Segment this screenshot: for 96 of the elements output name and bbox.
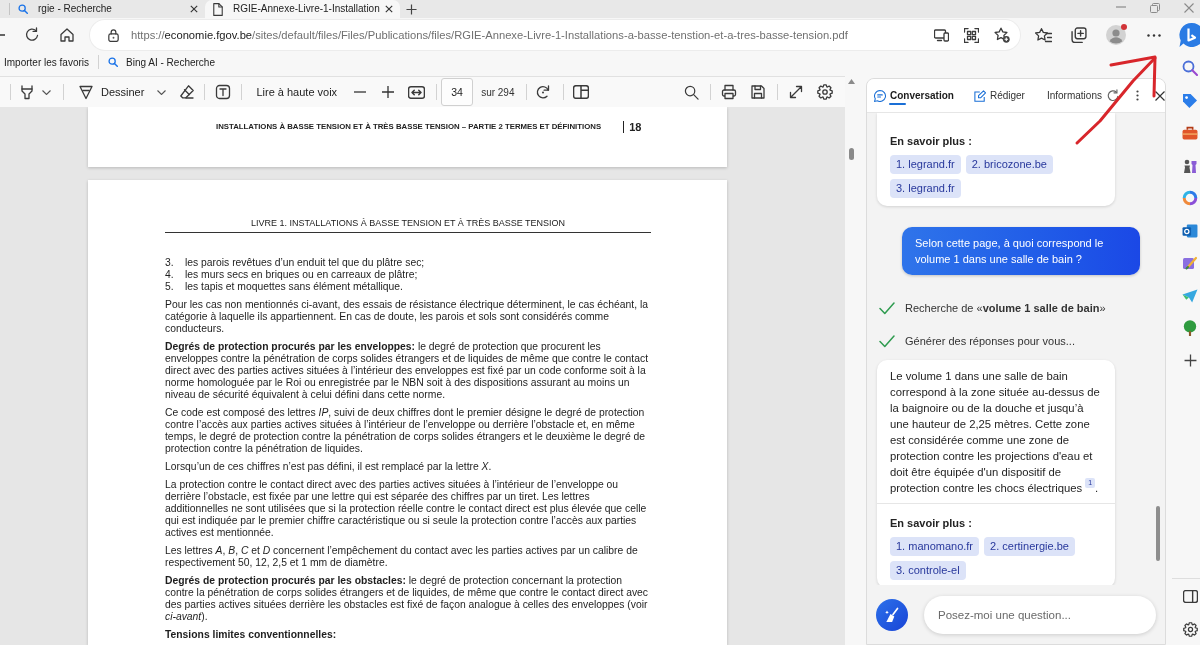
user-message: Selon cette page, à quoi correspond le volume 1 dans une salle de bain ? bbox=[902, 227, 1140, 275]
list-item-text: les murs secs en briques ou en carreaux de plâtre; bbox=[185, 269, 418, 281]
chat-bubble-icon bbox=[874, 89, 886, 102]
list-number: 5. bbox=[165, 281, 175, 293]
paragraph: Lorsqu’un de ces chiffres n’est pas défini, il est remplacé par la lettre X. bbox=[165, 461, 493, 473]
edit-icon bbox=[973, 89, 986, 102]
sidebar-tab[interactable]: Conversation bbox=[874, 79, 954, 112]
search-icon[interactable] bbox=[1182, 60, 1198, 77]
tag-icon[interactable] bbox=[1182, 92, 1198, 109]
restore-icon[interactable] bbox=[1150, 3, 1160, 13]
eraser-icon[interactable] bbox=[179, 84, 196, 100]
paragraph: Les lettres A, B, C et D concernent l’empêchement du contact avec les parties actives par un calibre de respectivement 50, 12, 2,5 et 1 mm de diamètre. bbox=[165, 545, 639, 569]
highlighter-icon[interactable] bbox=[19, 84, 35, 100]
paragraph: Degrés de protection procurés par les obstacles: le degré de protection concernant la protection contre la pénétration de corps solides étrangers et de liquides, de même que contre le contact direct avec des parties actives situées derrière les obstacles est fixé de façon analogue à celles des enveloppes (voir ci-avant). bbox=[165, 575, 649, 623]
source-link[interactable]: 3. controle-el bbox=[890, 561, 966, 580]
list-item-text: les tapis et moquettes sans élément métallique. bbox=[185, 281, 403, 293]
ring-icon[interactable] bbox=[1182, 190, 1198, 207]
pen-icon bbox=[78, 84, 94, 100]
tree-icon[interactable] bbox=[1183, 320, 1197, 337]
lock-icon bbox=[108, 28, 119, 42]
page-title: LIVRE 1. INSTALLATIONS À BASSE TENSION ET À TRÈS BASSE TENSION bbox=[250, 218, 566, 228]
chevron-down-icon[interactable] bbox=[157, 89, 167, 95]
plus-icon[interactable] bbox=[1183, 354, 1197, 368]
paragraph: La protection contre le contact direct avec des parties actives situées à l’intérieur de l’enveloppe ou derrière l’obstacle, est fixée par une lettre qui est séparée des chiffres par un tiret. Les lettres additionnelles ne sont utilisées que si la protection réelle contre le contact direct est plus élevée que celle qui est indiquée par le premier chiffre caractéristique ou si seule la protection contre l’accès aux parties actives est mentionnée. bbox=[165, 479, 648, 539]
rotate-icon[interactable] bbox=[535, 84, 552, 100]
list-item-text: les parois revêtues d’un enduit tel que du plâtre sec; bbox=[185, 257, 425, 269]
read-aloud-button[interactable]: Lire à haute voix bbox=[256, 83, 338, 101]
star-plus-icon[interactable] bbox=[994, 27, 1010, 43]
close-icon[interactable] bbox=[385, 5, 393, 13]
source-link[interactable]: 1. legrand.fr bbox=[890, 155, 961, 174]
sidebar-panel-icon[interactable] bbox=[1182, 589, 1198, 603]
star-list-icon[interactable] bbox=[1035, 27, 1052, 43]
section-heading: Tensions limites conventionnelles: bbox=[165, 629, 338, 641]
close-icon[interactable] bbox=[190, 5, 198, 13]
favorite-link[interactable]: Bing AI - Recherche bbox=[108, 54, 215, 70]
sidebar-tab[interactable]: Rédiger bbox=[973, 79, 1025, 112]
list-number: 4. bbox=[165, 269, 175, 281]
mail-icon[interactable] bbox=[1182, 223, 1198, 238]
fit-width-icon[interactable] bbox=[408, 85, 426, 99]
refresh-icon[interactable] bbox=[1105, 88, 1120, 103]
page-number: 18 bbox=[623, 121, 642, 133]
settings-icon[interactable] bbox=[1182, 621, 1198, 637]
status-text: Générer des réponses pour vous... bbox=[905, 333, 1075, 349]
sources-heading: En savoir plus : bbox=[890, 134, 973, 149]
source-link[interactable]: 1. manomano.fr bbox=[890, 537, 980, 556]
two-page-icon[interactable] bbox=[573, 85, 590, 99]
expand-icon[interactable] bbox=[788, 84, 804, 100]
search-icon[interactable] bbox=[684, 84, 699, 100]
source-link[interactable]: 2. bricozone.be bbox=[965, 155, 1053, 174]
stacked-squares-icon[interactable] bbox=[1071, 27, 1087, 43]
paragraph: Degrés de protection procurés par les enveloppes: le degré de protection que procurent les enveloppes contre la pénétration de corps solides étrangers et de liquides de même que contre le contact direct avec des parties actives situées à l’intérieur des enveloppes est fixé par un code conforme soit à la norme homologuée par le Roi ou enregistrée par le NBN soit à des dispositions assurant au moins un niveau de sécurité équivalent à celui défini dans cette norme. bbox=[165, 341, 649, 401]
close-icon[interactable] bbox=[1154, 90, 1165, 101]
chat-input[interactable]: Posez-moi une question... bbox=[924, 595, 1156, 634]
search-icon bbox=[108, 57, 119, 67]
plus-icon[interactable] bbox=[406, 3, 417, 15]
refresh-icon[interactable] bbox=[24, 27, 40, 43]
page-total: sur 294 bbox=[481, 85, 515, 100]
settings-icon[interactable] bbox=[817, 84, 833, 100]
sidebar-tab[interactable]: Informations bbox=[1046, 79, 1102, 112]
grid-icon[interactable] bbox=[964, 27, 979, 43]
page-number-field[interactable]: 34 bbox=[441, 78, 474, 106]
text-box-icon[interactable] bbox=[215, 84, 232, 100]
list-number: 3. bbox=[165, 257, 175, 269]
scrollbar-thumb[interactable] bbox=[1156, 506, 1160, 561]
answer-text: Le volume 1 dans une salle de bain correspond à la zone située au-dessus de la baignoire ou de la douche et jusqu’à une hauteur de 2,25 mètres. Cette zone est considérée comme une zone de protection contre les projections d'eau et doit être équipée d'un dispositif de protection contre les chocs électriques $^{1}$ . bbox=[889, 369, 1101, 496]
address-bar[interactable]: https://economie.fgov.be/sites/default/files/Files/Publications/files/RGIE-Annexe-Livre-1-Installations-a-basse-tenstion-et-a-tres-basse-tension.pdf bbox=[90, 20, 1020, 50]
avatar-icon[interactable] bbox=[1106, 25, 1126, 45]
source-link[interactable]: 2. certinergie.be bbox=[984, 537, 1075, 556]
broom-icon bbox=[884, 606, 900, 623]
search-icon bbox=[18, 4, 28, 14]
scrollbar-thumb[interactable] bbox=[849, 148, 854, 160]
favorite-link[interactable]: Importer les favoris bbox=[4, 54, 90, 70]
new-topic-button[interactable] bbox=[876, 598, 908, 631]
paint-icon[interactable] bbox=[1182, 255, 1198, 272]
paragraph: Pour les cas non mentionnés ci-avant, des essais de résistance électrique déterminent, le cas échéant, la catégorie à laquelle ils appartiennent. En cas de doute, les parois et sols sont considérés comme conducteurs. bbox=[165, 299, 649, 335]
home-icon[interactable] bbox=[59, 27, 75, 43]
logo-icon[interactable] bbox=[1178, 22, 1200, 48]
source-link[interactable]: 3. legrand.fr bbox=[890, 179, 961, 198]
paragraph: Ce code est composé des lettres IP, suivi de deux chiffres dont le premier désigne le degré de protection contre l’accès aux parties actives situées à l’intérieur de l’enveloppe ou derrière l’obstacle et, en même temps, le degré de protection contre la pénétration de corps solides étrangers et le deuxième le degré de protection contre la pénétration de liquides. bbox=[165, 407, 647, 455]
kebab-icon[interactable] bbox=[1135, 90, 1139, 101]
save-icon[interactable] bbox=[750, 84, 766, 100]
url-text: https://economie.fgov.be/sites/default/files/Files/Publications/files/RGIE-Annexe-Livre-1-Installations-a-basse-tenstion-et-a-tres-basse-tension.pdf bbox=[131, 27, 848, 43]
chess-pieces-icon[interactable] bbox=[1182, 157, 1198, 174]
briefcase-icon[interactable] bbox=[1182, 126, 1198, 141]
document-icon bbox=[213, 2, 223, 16]
minus-icon[interactable] bbox=[354, 91, 367, 93]
more-icon[interactable] bbox=[1147, 33, 1161, 37]
devices-icon[interactable] bbox=[934, 28, 949, 42]
chevron-down-icon[interactable] bbox=[42, 89, 51, 95]
sources-heading: En savoir plus : bbox=[890, 516, 973, 531]
print-icon[interactable] bbox=[721, 84, 737, 100]
scroll-up-icon[interactable] bbox=[848, 79, 855, 84]
draw-button[interactable]: Dessiner bbox=[78, 83, 145, 101]
status-text: Recherche de «volume 1 salle de bain» bbox=[905, 300, 1106, 316]
plus-icon[interactable] bbox=[382, 86, 395, 98]
browser-tab[interactable]: RGIE-Annexe-Livre-1-Installation bbox=[205, 0, 400, 18]
